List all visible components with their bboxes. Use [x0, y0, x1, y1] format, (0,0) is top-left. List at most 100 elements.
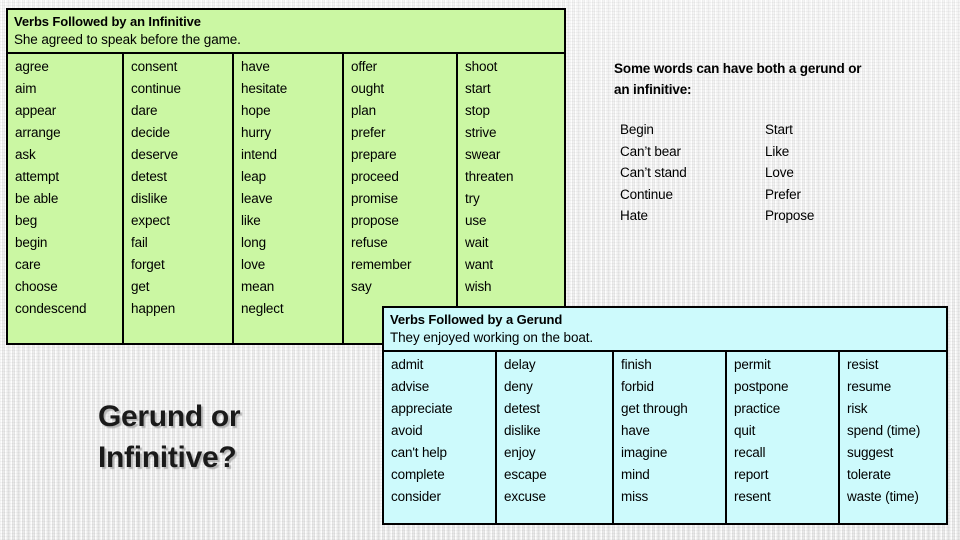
gerund-table-title: Verbs Followed by a Gerund — [390, 312, 563, 327]
verb-item: attempt — [15, 169, 59, 184]
verb-item: delay — [504, 357, 536, 372]
verb-item: ought — [351, 81, 385, 96]
verb-item: decide — [131, 125, 170, 140]
verb-item: mind — [621, 467, 650, 482]
infinitive-verbs-table: Verbs Followed by an Infinitive She agre… — [6, 8, 566, 345]
verb-item: hope — [241, 103, 271, 118]
verb-item: avoid — [391, 423, 423, 438]
verb-item: begin — [15, 235, 48, 250]
verb-item: can't help — [391, 445, 447, 460]
verb-item: Can’t bear — [620, 143, 681, 159]
verb-item: Can’t stand — [620, 165, 687, 180]
verb-item: promise — [351, 191, 398, 206]
gerund-table-example: They enjoyed working on the boat. — [390, 330, 594, 345]
verb-item: strive — [465, 125, 497, 140]
verb-item: forget — [131, 257, 165, 272]
infinitive-column-1: agree aim appear arrange ask attempt be … — [8, 54, 124, 343]
verb-item: imagine — [621, 445, 668, 460]
verb-item: shoot — [465, 59, 498, 74]
gerund-column-4: permit postpone practice quit recall rep… — [727, 352, 840, 523]
both-forms-column-1: Begin Can’t bear Can’t stand Continue Ha… — [614, 119, 760, 227]
verb-item: mean — [241, 279, 275, 294]
verb-item: neglect — [241, 301, 284, 316]
verb-item: aim — [15, 81, 37, 96]
verb-item: be able — [15, 191, 59, 206]
verb-item: remember — [351, 257, 412, 272]
verb-item: offer — [351, 59, 378, 74]
verb-item: want — [465, 257, 493, 272]
verb-item: ask — [15, 147, 36, 162]
verb-item: Propose — [765, 208, 815, 223]
verb-item: recall — [734, 445, 766, 460]
verb-item: say — [351, 279, 372, 294]
verb-item: long — [241, 235, 266, 250]
verb-item: appreciate — [391, 401, 453, 416]
verb-item: prepare — [351, 147, 397, 162]
verb-item: have — [621, 423, 650, 438]
gerund-column-1: admit advise appreciate avoid can't help… — [384, 352, 497, 523]
verb-item: proceed — [351, 169, 399, 184]
verb-item: threaten — [465, 169, 514, 184]
verb-item: choose — [15, 279, 58, 294]
gerund-table-header: Verbs Followed by a Gerund They enjoyed … — [384, 308, 946, 352]
verb-item: get — [131, 279, 150, 294]
verb-item: hurry — [241, 125, 272, 140]
verb-item: beg — [15, 213, 38, 228]
infinitive-table-header: Verbs Followed by an Infinitive She agre… — [8, 10, 564, 54]
both-forms-word-grid: Begin Can’t bear Can’t stand Continue Ha… — [614, 119, 944, 227]
verb-item: hesitate — [241, 81, 288, 96]
both-forms-panel: Some words can have both a gerund or an … — [614, 58, 944, 227]
verb-item: happen — [131, 301, 176, 316]
verb-item: love — [241, 257, 266, 272]
verb-item: advise — [391, 379, 430, 394]
verb-item: leap — [241, 169, 266, 184]
verb-item: miss — [621, 489, 649, 504]
verb-item: Hate — [620, 208, 648, 223]
page-title: Gerund or Infinitive? — [98, 396, 358, 478]
infinitive-column-5: shoot start stop strive swear threaten t… — [458, 54, 564, 343]
both-forms-column-2: Start Like Love Prefer Propose — [760, 119, 905, 227]
verb-item: expect — [131, 213, 170, 228]
verb-item: swear — [465, 147, 501, 162]
verb-item: dislike — [504, 423, 541, 438]
verb-item: agree — [15, 59, 49, 74]
verb-item: use — [465, 213, 487, 228]
verb-item: Start — [765, 122, 793, 137]
verb-item: plan — [351, 103, 376, 118]
verb-item: practice — [734, 401, 781, 416]
verb-item: leave — [241, 191, 273, 206]
verb-item: condescend — [15, 301, 87, 316]
verb-item: escape — [504, 467, 547, 482]
infinitive-table-body: agree aim appear arrange ask attempt be … — [8, 54, 564, 343]
verb-item: excuse — [504, 489, 546, 504]
verb-item: risk — [847, 401, 868, 416]
verb-item: postpone — [734, 379, 789, 394]
both-forms-heading-line2: an infinitive: — [614, 82, 692, 97]
verb-item: deserve — [131, 147, 178, 162]
infinitive-table-example: She agreed to speak before the game. — [14, 32, 241, 47]
verb-item: have — [241, 59, 270, 74]
verb-item: fail — [131, 235, 148, 250]
gerund-verbs-table: Verbs Followed by a Gerund They enjoyed … — [382, 306, 948, 525]
infinitive-column-4: offer ought plan prefer prepare proceed … — [344, 54, 458, 343]
verb-item: consent — [131, 59, 178, 74]
page-title-line2: Infinitive? — [98, 441, 237, 474]
verb-item: refuse — [351, 235, 388, 250]
infinitive-column-2: consent continue dare decide deserve det… — [124, 54, 234, 343]
verb-item: Begin — [620, 122, 654, 137]
verb-item: spend (time) — [847, 423, 921, 438]
verb-item: suggest — [847, 445, 894, 460]
verb-item: tolerate — [847, 467, 891, 482]
verb-item: waste (time) — [847, 489, 919, 504]
verb-item: try — [465, 191, 480, 206]
verb-item: resist — [847, 357, 879, 372]
verb-item: resume — [847, 379, 892, 394]
verb-item: wait — [465, 235, 489, 250]
verb-item: enjoy — [504, 445, 536, 460]
verb-item: consider — [391, 489, 441, 504]
verb-item: like — [241, 213, 261, 228]
verb-item: get through — [621, 401, 688, 416]
gerund-column-5: resist resume risk spend (time) suggest … — [840, 352, 946, 523]
verb-item: continue — [131, 81, 181, 96]
verb-item: dare — [131, 103, 158, 118]
